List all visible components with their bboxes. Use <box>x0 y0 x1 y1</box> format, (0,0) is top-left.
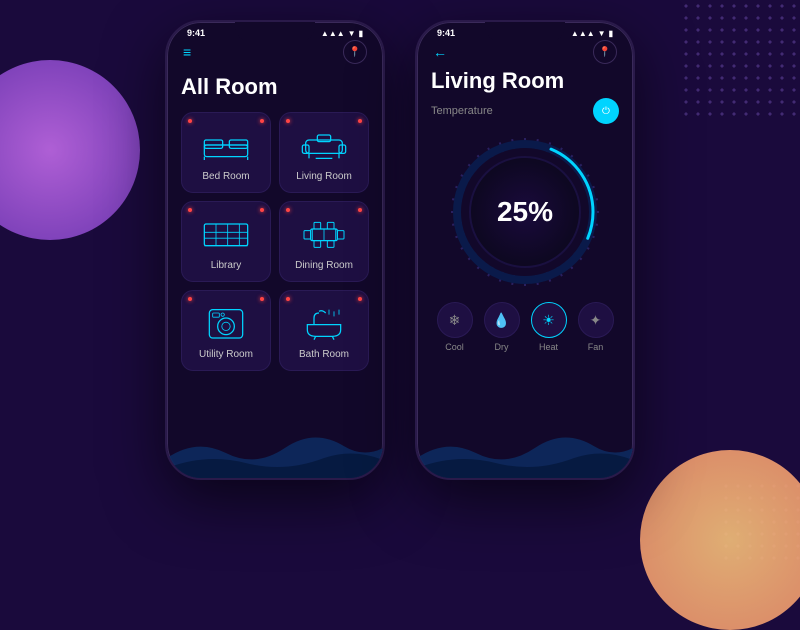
library-icon <box>201 216 251 252</box>
room-card-diningroom[interactable]: Dining Room <box>279 201 369 282</box>
phone2-screen: ← 📍 Living Room Temperature ⏻ <box>417 40 633 352</box>
control-fan: ✦ Fan <box>578 302 614 352</box>
location-icon[interactable]: 📍 <box>343 40 367 64</box>
livingroom-icon <box>299 127 349 163</box>
room-card-livingroom[interactable]: Living Room <box>279 112 369 193</box>
utilityroom-label: Utility Room <box>199 349 253 360</box>
room-card-bedroom[interactable]: Bed Room <box>181 112 271 193</box>
phone1-header: ≡ 📍 <box>181 40 369 64</box>
cool-label: Cool <box>445 342 464 352</box>
hamburger-icon[interactable]: ≡ <box>183 44 191 60</box>
bathroom-icon <box>299 305 349 341</box>
phone-notch-2 <box>485 22 565 42</box>
controls-row: ❄ Cool 💧 Dry ☀ Heat ✦ Fan <box>431 302 619 352</box>
fan-button[interactable]: ✦ <box>578 302 614 338</box>
dot-red <box>260 119 264 123</box>
control-dry: 💧 Dry <box>484 302 520 352</box>
room-grid: Bed Room <box>181 112 369 371</box>
temp-row: Temperature ⏻ <box>431 98 619 124</box>
location-icon-2[interactable]: 📍 <box>593 40 617 64</box>
library-label: Library <box>211 260 242 271</box>
control-heat: ☀ Heat <box>531 302 567 352</box>
livingroom-label: Living Room <box>296 171 352 182</box>
bg-orange-decoration <box>640 450 800 630</box>
dot-red <box>286 297 290 301</box>
status-icons-1: ▲▲▲ ▼ ▮ <box>321 29 363 38</box>
dry-button[interactable]: 💧 <box>484 302 520 338</box>
phone2-header: ← 📍 <box>431 40 619 64</box>
battery-icon-2: ▮ <box>609 29 613 38</box>
phone1-wave <box>167 418 383 478</box>
temp-label: Temperature <box>431 105 493 117</box>
dot-red <box>260 208 264 212</box>
dot-red <box>188 297 192 301</box>
dot-red <box>260 297 264 301</box>
time-1: 9:41 <box>187 28 205 38</box>
heat-button[interactable]: ☀ <box>531 302 567 338</box>
room-card-utilityroom[interactable]: Utility Room <box>181 290 271 371</box>
dot-red <box>188 119 192 123</box>
page-title-living-room: Living Room <box>431 68 619 94</box>
fan-label: Fan <box>588 342 604 352</box>
time-2: 9:41 <box>437 28 455 38</box>
gauge-percent: 25% <box>497 196 553 228</box>
bedroom-icon <box>201 127 251 163</box>
signal-icon-2: ▲▲▲ <box>571 29 595 38</box>
dry-label: Dry <box>495 342 509 352</box>
gauge-container: 25% <box>431 132 619 292</box>
phone-all-room: 9:41 ▲▲▲ ▼ ▮ ≡ 📍 All Room <box>165 20 385 480</box>
room-card-bathroom[interactable]: Bath Room <box>279 290 369 371</box>
diningroom-icon <box>299 216 349 252</box>
cool-button[interactable]: ❄ <box>437 302 473 338</box>
bg-circle-decoration <box>0 60 140 240</box>
phone-living-room: 9:41 ▲▲▲ ▼ ▮ ← 📍 Living Room Temperature… <box>415 20 635 480</box>
room-card-library[interactable]: Library <box>181 201 271 282</box>
dot-red <box>188 208 192 212</box>
dot-red <box>358 208 362 212</box>
dot-red <box>358 297 362 301</box>
page-title-all-room: All Room <box>181 74 369 100</box>
dot-red <box>358 119 362 123</box>
phone-notch <box>235 22 315 42</box>
status-icons-2: ▲▲▲ ▼ ▮ <box>571 29 613 38</box>
dot-red <box>286 119 290 123</box>
phones-wrapper: 9:41 ▲▲▲ ▼ ▮ ≡ 📍 All Room <box>165 20 635 480</box>
bg-dots-top <box>680 0 800 120</box>
utilityroom-icon <box>201 305 251 341</box>
bedroom-label: Bed Room <box>202 171 249 182</box>
battery-icon: ▮ <box>359 29 363 38</box>
wifi-icon: ▼ <box>348 29 356 38</box>
phone1-screen: ≡ 📍 All Room <box>167 40 383 371</box>
dot-red <box>286 208 290 212</box>
signal-icon: ▲▲▲ <box>321 29 345 38</box>
wifi-icon-2: ▼ <box>598 29 606 38</box>
bathroom-label: Bath Room <box>299 349 349 360</box>
diningroom-label: Dining Room <box>295 260 353 271</box>
phone2-wave <box>417 418 633 478</box>
power-button[interactable]: ⏻ <box>593 98 619 124</box>
back-icon[interactable]: ← <box>433 44 447 60</box>
heat-label: Heat <box>539 342 558 352</box>
control-cool: ❄ Cool <box>437 302 473 352</box>
